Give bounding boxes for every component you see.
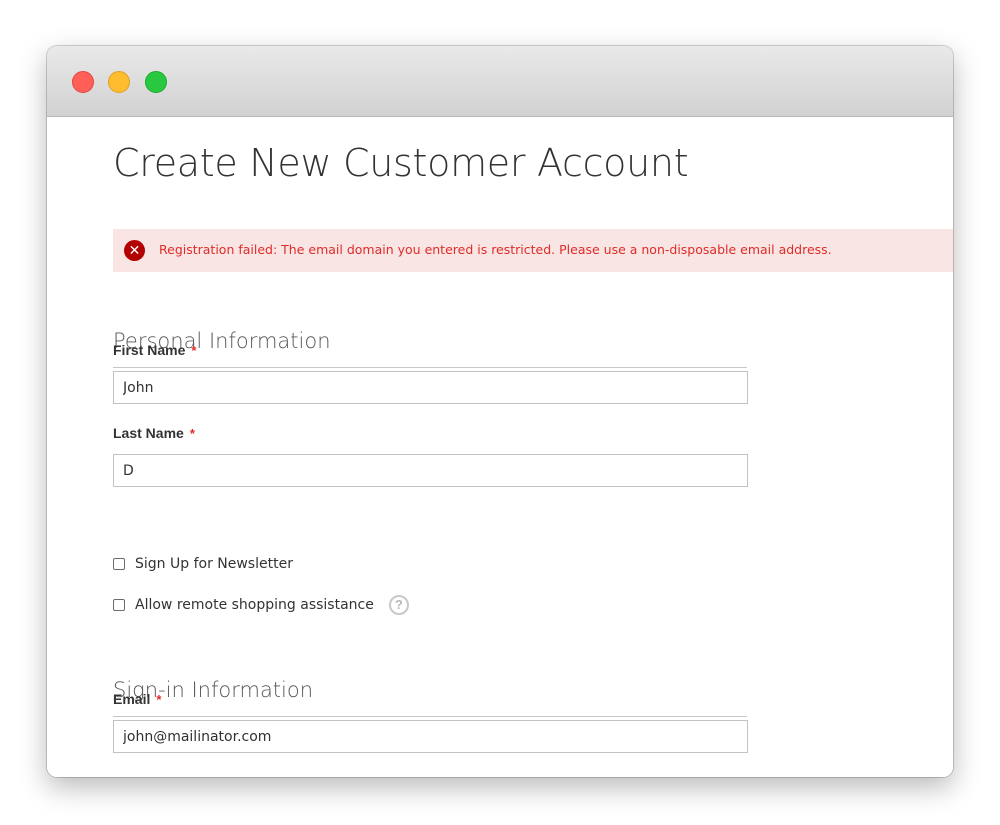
required-asterisk: * [189,426,195,441]
error-icon: ✕ [124,240,145,261]
help-icon[interactable]: ? [388,595,409,615]
newsletter-checkbox[interactable] [113,558,125,570]
email-label-text: Email [113,691,151,707]
remote-assistance-label[interactable]: Allow remote shopping assistance [135,597,374,613]
newsletter-option: Sign Up for Newsletter [113,554,293,574]
sign-in-information-legend: Sign-in Information [113,678,747,717]
email-label: Email * [113,691,161,707]
window-titlebar [47,46,953,117]
required-asterisk: * [191,343,197,358]
page-title: Create New Customer Account [113,141,689,185]
last-name-label: Last Name * [113,425,195,441]
minimize-window-button[interactable] [108,71,130,93]
remote-assistance-option: Allow remote shopping assistance ? [113,595,409,615]
page-content: Create New Customer Account ✕ Registrati… [47,117,953,777]
error-message-text: Registration failed: The email domain yo… [159,242,832,257]
browser-window: Create New Customer Account ✕ Registrati… [47,46,953,777]
first-name-label-text: First Name [113,342,186,358]
email-field[interactable] [113,720,748,753]
remote-assistance-checkbox[interactable] [113,599,125,611]
required-asterisk: * [156,692,162,707]
zoom-window-button[interactable] [145,71,167,93]
error-message: ✕ Registration failed: The email domain … [113,229,953,272]
last-name-field[interactable] [113,454,748,487]
first-name-field[interactable] [113,371,748,404]
personal-information-legend: Personal Information [113,329,747,368]
last-name-label-text: Last Name [113,425,184,441]
newsletter-label[interactable]: Sign Up for Newsletter [135,556,293,572]
close-window-button[interactable] [72,71,94,93]
first-name-label: First Name * [113,342,196,358]
